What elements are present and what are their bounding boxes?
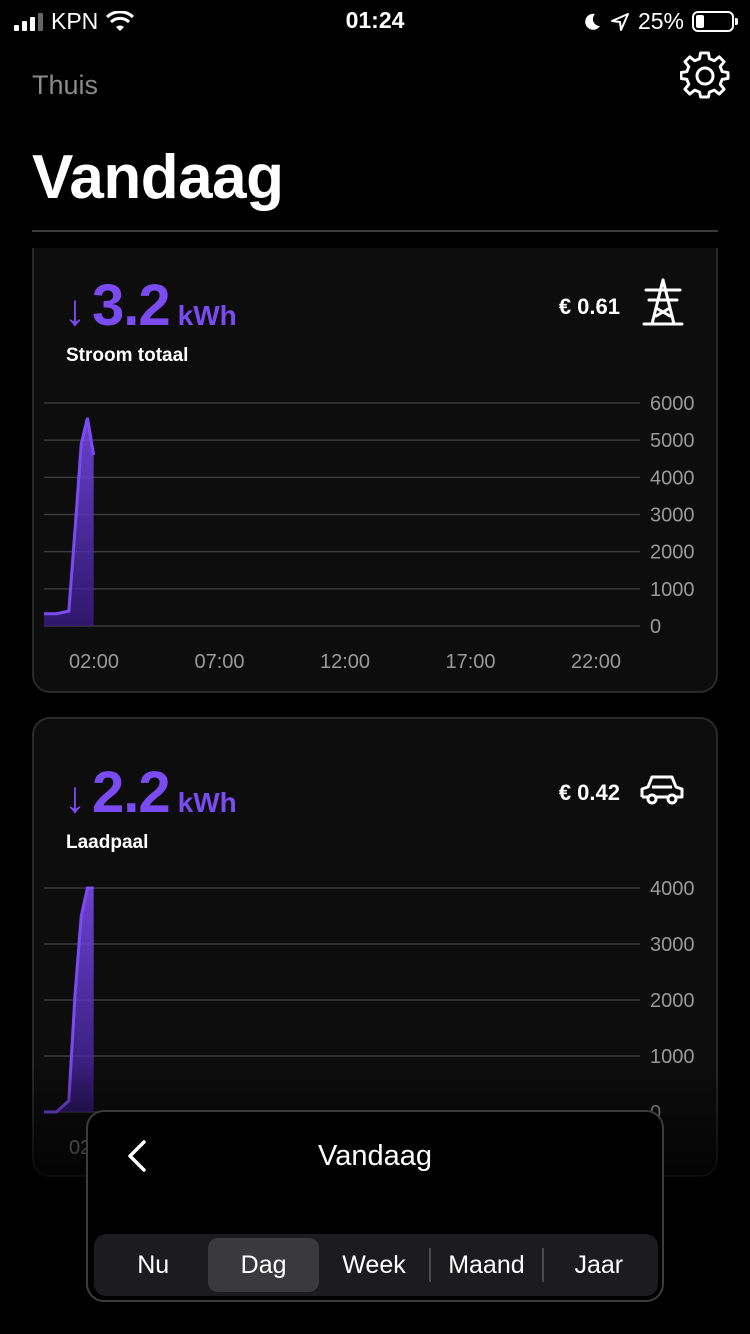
y-tick-label: 2000 [650,990,695,1012]
y-tick-label: 5000 [650,430,695,452]
usage-chart: 4000300020001000002:00 [44,878,695,1159]
x-tick-label: 17:00 [445,651,495,673]
energy-card-stroom[interactable]: ↓ 3.2 kWh Stroom totaal € 0.61 6000 5000 4… [32,248,718,693]
period-selector-sheet: Vandaag Nu Dag Week Maand Jaar [86,1110,664,1302]
x-tick-label: 12:00 [320,651,370,673]
y-tick-label: 3000 [650,505,695,527]
tab-maand[interactable]: Maand [431,1238,541,1292]
y-tick-label: 0 [650,616,661,638]
header-divider [32,230,718,232]
battery-icon [692,11,738,32]
usage-chart: 6000 5000 4000 3000 2000 1000 0 02:00 07:00 12:00… [44,393,695,673]
x-tick-label: 07:00 [194,651,244,673]
moon-icon [585,13,600,30]
x-tick-label: 02:00 [69,651,119,673]
x-tick-label: 22:00 [571,651,621,673]
tab-dag[interactable]: Dag [208,1238,319,1292]
battery-percent: 25% [637,8,684,34]
y-tick-label: 2000 [650,542,695,564]
location-icon [610,12,629,31]
gear-icon[interactable] [680,50,730,100]
status-bar: KPN 01:24 25% [0,0,750,40]
tab-week[interactable]: Week [319,1238,429,1292]
y-tick-label: 1000 [650,579,695,601]
energy-card-laadpaal[interactable]: ↓ 2.2 kWh Laadpaal € 0.42 4000 3000 2000 10… [32,717,718,1177]
y-tick-label: 4000 [650,467,695,489]
status-right: 25% [582,8,738,35]
y-tick-label: 1000 [650,1046,695,1068]
breadcrumb[interactable]: Thuis [32,70,98,101]
y-tick-label: 6000 [650,393,695,415]
sheet-title: Vandaag [318,1140,432,1172]
tab-jaar[interactable]: Jaar [544,1238,654,1292]
y-tick-label: 3000 [650,934,695,956]
tab-nu[interactable]: Nu [98,1238,208,1292]
y-tick-label: 4000 [650,878,695,900]
period-segmented-control: Nu Dag Week Maand Jaar [94,1234,658,1296]
page-title: Vandaag [32,143,284,212]
